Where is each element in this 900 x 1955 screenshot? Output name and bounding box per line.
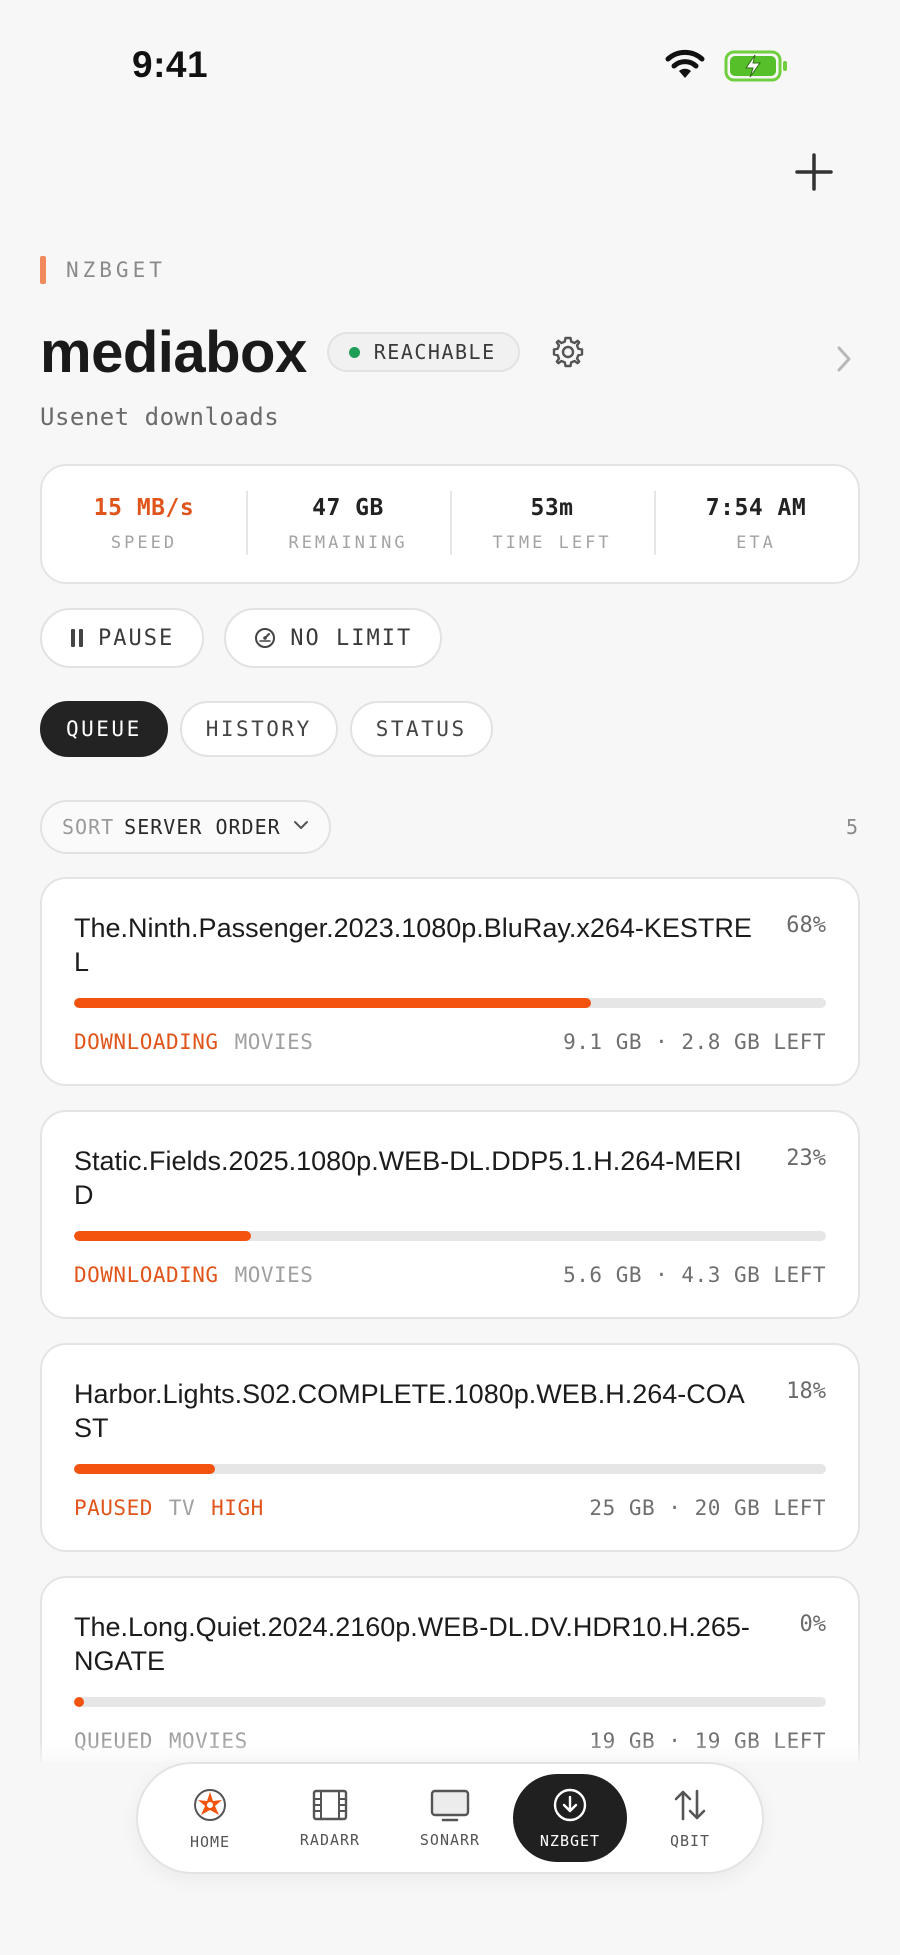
tabbar-item-nzbget[interactable]: NZBGET: [513, 1774, 627, 1862]
job-status: DOWNLOADING: [74, 1263, 219, 1287]
stat-value: 47 GB: [312, 495, 384, 521]
pause-label: PAUSE: [98, 625, 175, 651]
job-size: 5.6 GB · 4.3 GB LEFT: [563, 1263, 826, 1287]
status-badge: REACHABLE: [326, 332, 520, 372]
sort-prefix: SORT: [62, 815, 115, 839]
queue-item[interactable]: Static.Fields.2025.1080p.WEB-DL.DDP5.1.H…: [40, 1110, 860, 1319]
progress-bar: [74, 1464, 826, 1474]
stat-value: 15 MB/s: [93, 495, 195, 521]
chevron-down-icon: [293, 818, 309, 836]
job-priority: HIGH: [211, 1496, 264, 1520]
progress-fill: [74, 1464, 216, 1474]
status-time: 9:41: [132, 44, 209, 85]
job-meta: PAUSED TV HIGH: [74, 1496, 264, 1520]
queue-item[interactable]: The.Ninth.Passenger.2023.1080p.BluRay.x2…: [40, 877, 860, 1086]
stat-value: 7:54 AM: [705, 495, 807, 521]
job-category: TV: [168, 1496, 196, 1520]
chevron-right-icon[interactable]: [834, 344, 854, 379]
segment-tabs: QUEUE HISTORY STATUS: [40, 701, 493, 757]
eyebrow-accent-bar: [40, 256, 46, 284]
stats-card: 15 MB/s SPEED 47 GB REMAINING 53m TIME L…: [40, 464, 860, 584]
job-name: The.Long.Quiet.2024.2160p.WEB-DL.DV.HDR1…: [74, 1612, 750, 1676]
job-status: DOWNLOADING: [74, 1030, 219, 1054]
tabbar-label: HOME: [189, 1833, 231, 1851]
stat-label: TIME LEFT: [492, 533, 612, 553]
job-size: 25 GB · 20 GB LEFT: [589, 1496, 826, 1520]
stat-remaining: 47 GB REMAINING: [246, 491, 450, 555]
stat-value: 53m: [530, 495, 574, 521]
bottom-tab-bar: HOME RADARR SONARR NZBGET QBIT: [136, 1762, 764, 1874]
stat-eta: 7:54 AM ETA: [654, 491, 858, 555]
tab-status[interactable]: STATUS: [349, 701, 493, 757]
sort-dropdown[interactable]: SORT SERVER ORDER: [40, 800, 331, 854]
battery-charging-icon: [724, 50, 790, 87]
eyebrow-label: NZBGET: [66, 258, 166, 282]
progress-bar: [74, 1697, 826, 1707]
actions-row: PAUSE NO LIMIT: [40, 608, 443, 668]
page-title: mediabox: [40, 319, 307, 385]
queue-list: The.Ninth.Passenger.2023.1080p.BluRay.x2…: [40, 877, 860, 1762]
tabbar-label: NZBGET: [539, 1832, 601, 1850]
progress-fill: [74, 1231, 252, 1241]
tabbar-label: SONARR: [419, 1831, 481, 1849]
speedometer-icon: [254, 627, 276, 649]
job-meta: DOWNLOADING MOVIES: [74, 1030, 313, 1054]
job-category: MOVIES: [234, 1263, 314, 1287]
status-dot-icon: [348, 346, 360, 358]
stat-time-left: 53m TIME LEFT: [450, 491, 654, 555]
tabbar-item-radarr[interactable]: RADARR: [273, 1774, 387, 1862]
stat-label: ETA: [736, 533, 776, 553]
job-name: Static.Fields.2025.1080p.WEB-DL.DDP5.1.H…: [74, 1146, 742, 1210]
stat-label: REMAINING: [288, 533, 408, 553]
progress-fill: [74, 998, 591, 1008]
add-button[interactable]: [788, 146, 840, 198]
job-name: Harbor.Lights.S02.COMPLETE.1080p.WEB.H.2…: [74, 1379, 745, 1443]
home-burst-icon: [194, 1789, 226, 1821]
job-name: The.Ninth.Passenger.2023.1080p.BluRay.x2…: [74, 913, 752, 977]
tab-queue[interactable]: QUEUE: [40, 701, 168, 757]
stat-label: SPEED: [110, 533, 178, 553]
film-icon: [312, 1789, 348, 1821]
job-percent: 0%: [799, 1612, 827, 1637]
speed-limit-button[interactable]: NO LIMIT: [224, 608, 443, 668]
settings-button[interactable]: [548, 332, 588, 372]
job-percent: 68%: [786, 913, 826, 938]
plus-icon: [795, 153, 833, 191]
section-eyebrow: NZBGET: [40, 256, 166, 284]
tabbar-label: RADARR: [299, 1831, 361, 1849]
tabbar-item-qbit[interactable]: QBIT: [633, 1774, 747, 1862]
speed-limit-label: NO LIMIT: [290, 625, 413, 651]
job-meta: DOWNLOADING MOVIES: [74, 1263, 313, 1287]
progress-bar: [74, 998, 826, 1008]
queue-item[interactable]: Harbor.Lights.S02.COMPLETE.1080p.WEB.H.2…: [40, 1343, 860, 1552]
page-subtitle: Usenet downloads: [40, 403, 280, 431]
queue-count: 5: [845, 815, 858, 839]
status-bar: 9:41: [0, 0, 900, 120]
pause-button[interactable]: PAUSE: [40, 608, 205, 668]
tabbar-item-sonarr[interactable]: SONARR: [393, 1774, 507, 1862]
tab-history[interactable]: HISTORY: [179, 701, 338, 757]
status-badge-label: REACHABLE: [373, 340, 496, 364]
stat-speed: 15 MB/s SPEED: [42, 495, 246, 553]
wifi-icon: [664, 48, 706, 85]
job-category: MOVIES: [234, 1030, 314, 1054]
progress-bar: [74, 1231, 826, 1241]
job-size: 9.1 GB · 2.8 GB LEFT: [563, 1030, 826, 1054]
pause-icon: [70, 628, 84, 648]
tabbar-label: QBIT: [669, 1832, 711, 1850]
progress-fill: [74, 1697, 84, 1707]
job-percent: 18%: [786, 1379, 826, 1404]
transfer-arrows-icon: [674, 1789, 706, 1821]
queue-item[interactable]: The.Long.Quiet.2024.2160p.WEB-DL.DV.HDR1…: [40, 1576, 860, 1762]
job-status: PAUSED: [74, 1496, 153, 1520]
tabbar-item-home[interactable]: HOME: [153, 1774, 267, 1862]
gear-icon: [552, 336, 583, 368]
download-icon: [553, 1788, 587, 1822]
job-percent: 23%: [786, 1146, 826, 1171]
sort-value: SERVER ORDER: [124, 815, 281, 839]
tv-icon: [430, 1789, 470, 1822]
title-row: mediabox REACHABLE: [40, 312, 588, 392]
